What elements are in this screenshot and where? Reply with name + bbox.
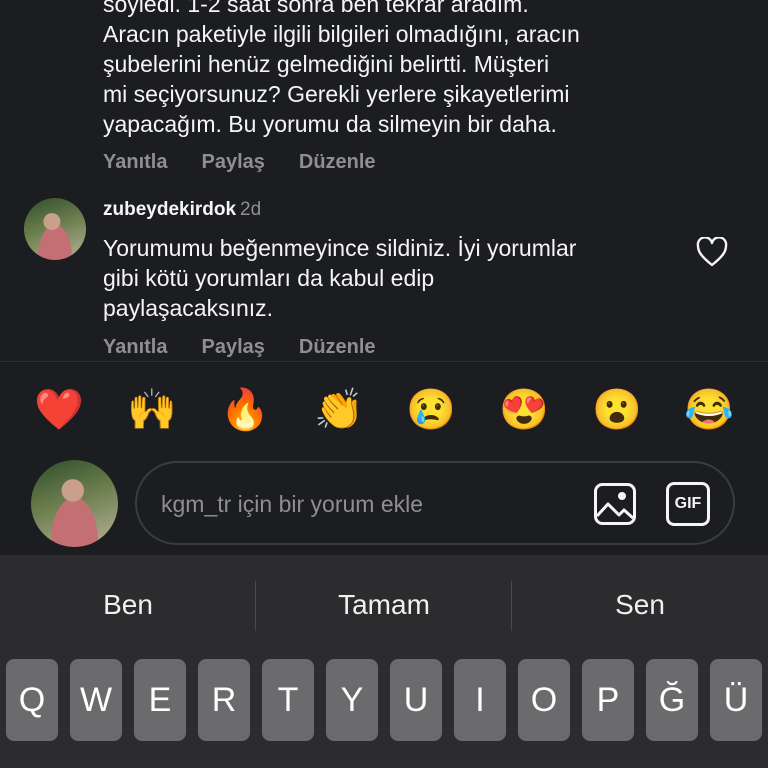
key-i[interactable]: I xyxy=(454,659,506,741)
suggestion-item[interactable]: Tamam xyxy=(256,555,512,655)
comment-input[interactable] xyxy=(159,481,583,527)
comment-input-container: GIF xyxy=(135,461,735,545)
comment-line: yapacağım. Bu yorumu da silmeyin bir dah… xyxy=(103,111,557,137)
edit-button[interactable]: Düzenle xyxy=(299,336,376,359)
edit-button[interactable]: Düzenle xyxy=(299,151,376,174)
key-y[interactable]: Y xyxy=(326,659,378,741)
username-link[interactable]: zubeydekirdok xyxy=(103,199,236,220)
keyboard-suggestions: Ben Tamam Sen xyxy=(0,555,768,655)
comment-time: 2d xyxy=(240,199,262,220)
comment-line: söyledi. 1-2 saat sonra ben tekrar aradı… xyxy=(103,0,529,17)
avatar[interactable] xyxy=(24,198,86,260)
emoji-raised-hands-icon[interactable]: 🙌 xyxy=(127,386,177,434)
comment-text: Yorumumu beğenmeyince sildiniz. İyi yoru… xyxy=(103,233,663,323)
comment-line: Aracın paketiyle ilgili bilgileri olmadı… xyxy=(103,21,580,47)
like-heart-icon[interactable] xyxy=(696,237,728,267)
reply-button[interactable]: Yanıtla xyxy=(103,151,167,174)
suggestion-item[interactable]: Ben xyxy=(0,555,256,655)
avatar xyxy=(31,460,118,547)
suggestion-item[interactable]: Sen xyxy=(512,555,768,655)
emoji-quick-bar: ❤️ 🙌 🔥 👏 😢 😍 😮 😂 xyxy=(0,362,768,452)
comment-line: şubelerini henüz gelmediğini belirtti. M… xyxy=(103,51,550,77)
reply-button[interactable]: Yanıtla xyxy=(103,336,167,359)
key-w[interactable]: W xyxy=(70,659,122,741)
key-r[interactable]: R xyxy=(198,659,250,741)
keyboard: Ben Tamam Sen Q W E R T Y U I O P Ğ Ü xyxy=(0,555,768,768)
gif-button[interactable]: GIF xyxy=(666,482,710,526)
emoji-surprised-icon[interactable]: 😮 xyxy=(592,386,642,434)
comments-list: söyledi. 1-2 saat sonra ben tekrar aradı… xyxy=(0,0,768,362)
comment-composer: GIF xyxy=(0,452,768,555)
key-q[interactable]: Q xyxy=(6,659,58,741)
comment-line: Yorumumu beğenmeyince sildiniz. İyi yoru… xyxy=(103,235,577,261)
key-g-breve[interactable]: Ğ xyxy=(646,659,698,741)
comment-actions: Yanıtla Paylaş Düzenle xyxy=(103,151,376,174)
emoji-laughing-icon[interactable]: 😂 xyxy=(684,386,734,434)
comment-text: söyledi. 1-2 saat sonra ben tekrar aradı… xyxy=(103,0,663,139)
emoji-heart-icon[interactable]: ❤️ xyxy=(34,386,84,434)
key-o[interactable]: O xyxy=(518,659,570,741)
key-e[interactable]: E xyxy=(134,659,186,741)
comment-line: mi seçiyorsunuz? Gerekli yerlere şikayet… xyxy=(103,81,570,107)
comment-actions: Yanıtla Paylaş Düzenle xyxy=(103,336,376,359)
emoji-crying-icon[interactable]: 😢 xyxy=(406,386,456,434)
comment-line: gibi kötü yorumları da kabul edip xyxy=(103,265,435,291)
key-t[interactable]: T xyxy=(262,659,314,741)
key-u-umlaut[interactable]: Ü xyxy=(710,659,762,741)
key-u[interactable]: U xyxy=(390,659,442,741)
image-icon[interactable] xyxy=(593,482,637,526)
comment-header: zubeydekirdok 2d xyxy=(103,199,261,221)
comment-line: paylaşacaksınız. xyxy=(103,295,274,321)
emoji-clap-icon[interactable]: 👏 xyxy=(314,386,364,434)
share-button[interactable]: Paylaş xyxy=(201,151,264,174)
emoji-heart-eyes-icon[interactable]: 😍 xyxy=(499,386,549,434)
share-button[interactable]: Paylaş xyxy=(201,336,264,359)
key-p[interactable]: P xyxy=(582,659,634,741)
emoji-fire-icon[interactable]: 🔥 xyxy=(220,386,270,434)
